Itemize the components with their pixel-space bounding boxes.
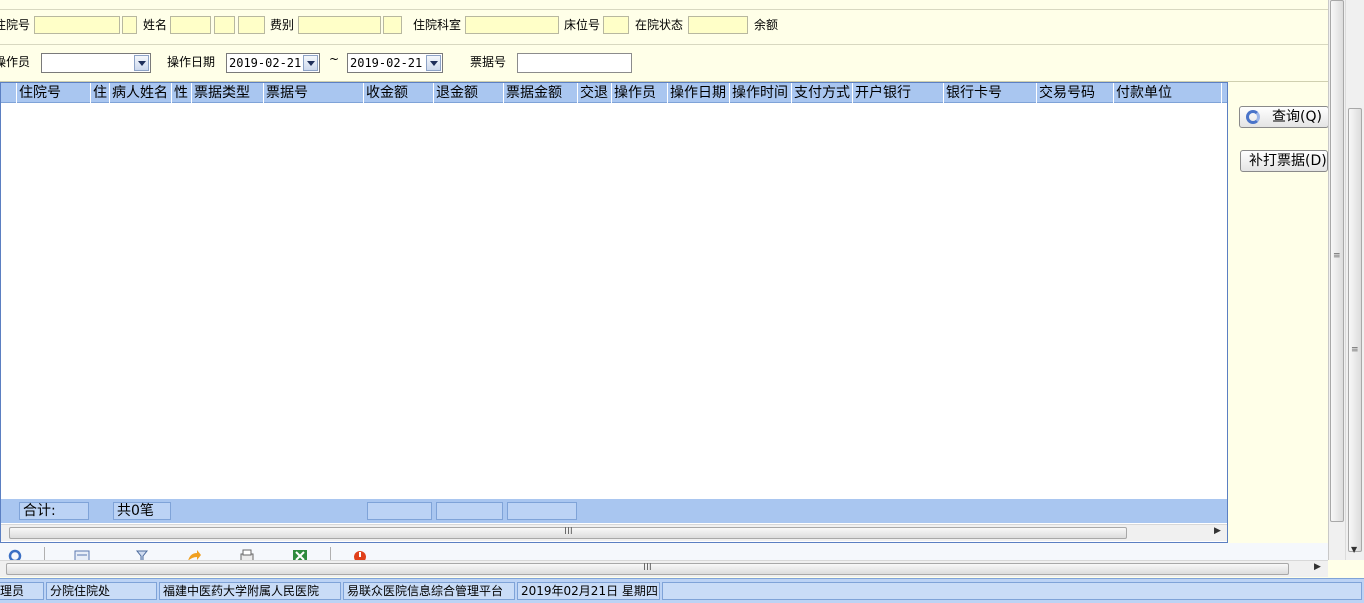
col-header-patient-name[interactable]: 病人姓名 (110, 83, 172, 103)
name-label: 姓名 (143, 18, 168, 32)
top-divider (0, 9, 1328, 10)
receipt-no-label: 票据号 (470, 55, 507, 69)
filter-icon[interactable] (134, 547, 150, 561)
receipt-total (507, 502, 577, 520)
name-field[interactable] (170, 16, 211, 34)
toolbar-divider (330, 547, 331, 561)
status-role: 理员 (0, 582, 44, 600)
col-header-receipt-amount[interactable]: 票据金额 (504, 83, 578, 103)
col-header-operation-time[interactable]: 操作时间 (730, 83, 792, 103)
balance-label: 余额 (754, 18, 779, 32)
toolbar-divider (44, 547, 45, 561)
col-header-ward[interactable]: 住 (91, 83, 110, 103)
ward-label: 住院科室 (413, 18, 462, 32)
col-header-operator[interactable]: 操作员 (612, 83, 668, 103)
filter-panel: 住院号 姓名 费别 住院科室 床位号 在院状态 余额 操作员 操作日期 2019… (0, 0, 1328, 82)
grid-horizontal-scrollbar[interactable]: III ▶ (1, 524, 1227, 541)
toolbar (0, 543, 1328, 561)
print-icon[interactable] (239, 547, 255, 561)
status-department: 分院住院处 (46, 582, 157, 600)
col-header-operation-date[interactable]: 操作日期 (668, 83, 730, 103)
record-count: 共0笔 (113, 502, 171, 520)
received-total (367, 502, 432, 520)
date-to-value: 2019-02-21 (350, 56, 423, 70)
scroll-thumb[interactable]: ≡ (1348, 108, 1362, 552)
sex-field[interactable] (214, 16, 235, 34)
status-system: 易联众医院信息综合管理平台 (343, 582, 515, 600)
age-field[interactable] (238, 16, 265, 34)
fee-type-field[interactable] (298, 16, 381, 34)
grid-body[interactable] (1, 103, 1227, 499)
scroll-thumb[interactable]: III (6, 562, 1289, 575)
grip-icon: ≡ (1351, 345, 1359, 355)
admission-no-label: 住院号 (0, 18, 31, 32)
col-header-sex[interactable]: 性 (172, 83, 192, 103)
col-header-payer[interactable]: 付款单位 (1114, 83, 1222, 103)
col-header-receipt-type[interactable]: 票据类型 (192, 83, 264, 103)
status-bar: 理员 分院住院处 福建中医药大学附属人民医院 易联众医院信息综合管理平台 201… (0, 578, 1364, 603)
date-to-picker[interactable]: 2019-02-21 (347, 53, 443, 73)
col-header-payment-method[interactable]: 支付方式 (792, 83, 853, 103)
list-icon[interactable] (74, 547, 90, 561)
refund-total (436, 502, 503, 520)
ward-field[interactable] (465, 16, 559, 34)
arrow-down-icon[interactable]: ▼ (1351, 545, 1357, 554)
receipt-no-field[interactable] (517, 53, 632, 73)
status-date: 2019年02月21日 星期四 (517, 582, 660, 600)
status-empty (662, 582, 1362, 600)
bed-label: 床位号 (564, 18, 601, 32)
date-range-tilde: ~ (329, 52, 340, 66)
col-header-receipt-no[interactable]: 票据号 (264, 83, 364, 103)
mid-divider (0, 44, 1328, 45)
status-label: 在院状态 (635, 18, 684, 32)
col-header-bank[interactable]: 开户银行 (853, 83, 944, 103)
reprint-receipt-button[interactable]: 补打票据(D) (1240, 150, 1328, 172)
inner-scroll-thumb[interactable]: ≡ (1330, 0, 1344, 522)
grip-icon: III (643, 562, 652, 573)
status-field[interactable] (688, 16, 748, 34)
col-header-refund-amount[interactable]: 退金额 (434, 83, 504, 103)
reprint-button-label: 补打票据(D) (1249, 153, 1327, 169)
query-button[interactable]: 查询(Q) (1239, 106, 1329, 128)
col-header[interactable] (1, 83, 17, 103)
admission-no-ext-field[interactable] (122, 16, 137, 34)
power-icon[interactable] (352, 547, 368, 561)
excel-icon[interactable] (292, 547, 308, 561)
col-header-paid-refund[interactable]: 交退 (578, 83, 612, 103)
admission-no-field[interactable] (34, 16, 120, 34)
grip-icon: III (564, 526, 573, 537)
date-label: 操作日期 (167, 55, 216, 69)
right-frame: ≡ (1328, 0, 1345, 560)
refresh-icon (1246, 110, 1260, 124)
grid-footer: 合计: 共0笔 (1, 499, 1227, 523)
window-horizontal-scrollbar[interactable]: III ▶ (0, 560, 1328, 577)
bed-field[interactable] (603, 16, 629, 34)
arrow-right-icon[interactable]: ▶ (1314, 562, 1321, 572)
status-hospital: 福建中医药大学附属人民医院 (159, 582, 341, 600)
query-button-label: 查询(Q) (1272, 109, 1322, 125)
total-label: 合计: (19, 502, 89, 520)
col-header-transaction-no[interactable]: 交易号码 (1037, 83, 1114, 103)
receipt-grid: 住院号 住 病人姓名 性 票据类型 票据号 收金额 退金额 票据金额 交退 操作… (0, 82, 1228, 543)
date-from-picker[interactable]: 2019-02-21 (226, 53, 320, 73)
col-header-admission-no[interactable]: 住院号 (17, 83, 91, 103)
window-vertical-scrollbar[interactable]: ≡ ▼ (1345, 0, 1364, 560)
grid-header: 住院号 住 病人姓名 性 票据类型 票据号 收金额 退金额 票据金额 交退 操作… (1, 83, 1227, 103)
chevron-down-icon[interactable] (303, 55, 318, 71)
grip-icon: ≡ (1333, 251, 1341, 261)
fee-type-label: 费别 (270, 18, 295, 32)
forward-icon[interactable] (186, 547, 202, 561)
col-header-received-amount[interactable]: 收金额 (364, 83, 434, 103)
arrow-right-icon[interactable]: ▶ (1214, 526, 1221, 536)
chevron-down-icon[interactable] (426, 55, 441, 71)
chevron-down-icon[interactable] (134, 55, 149, 71)
fee-type-ext-field[interactable] (383, 16, 402, 34)
operator-select[interactable] (41, 53, 151, 73)
refresh-icon[interactable] (7, 547, 23, 561)
operator-label: 操作员 (0, 55, 31, 69)
col-header-card-no[interactable]: 银行卡号 (944, 83, 1037, 103)
date-from-value: 2019-02-21 (229, 56, 302, 70)
scroll-thumb[interactable]: III (9, 526, 1127, 539)
